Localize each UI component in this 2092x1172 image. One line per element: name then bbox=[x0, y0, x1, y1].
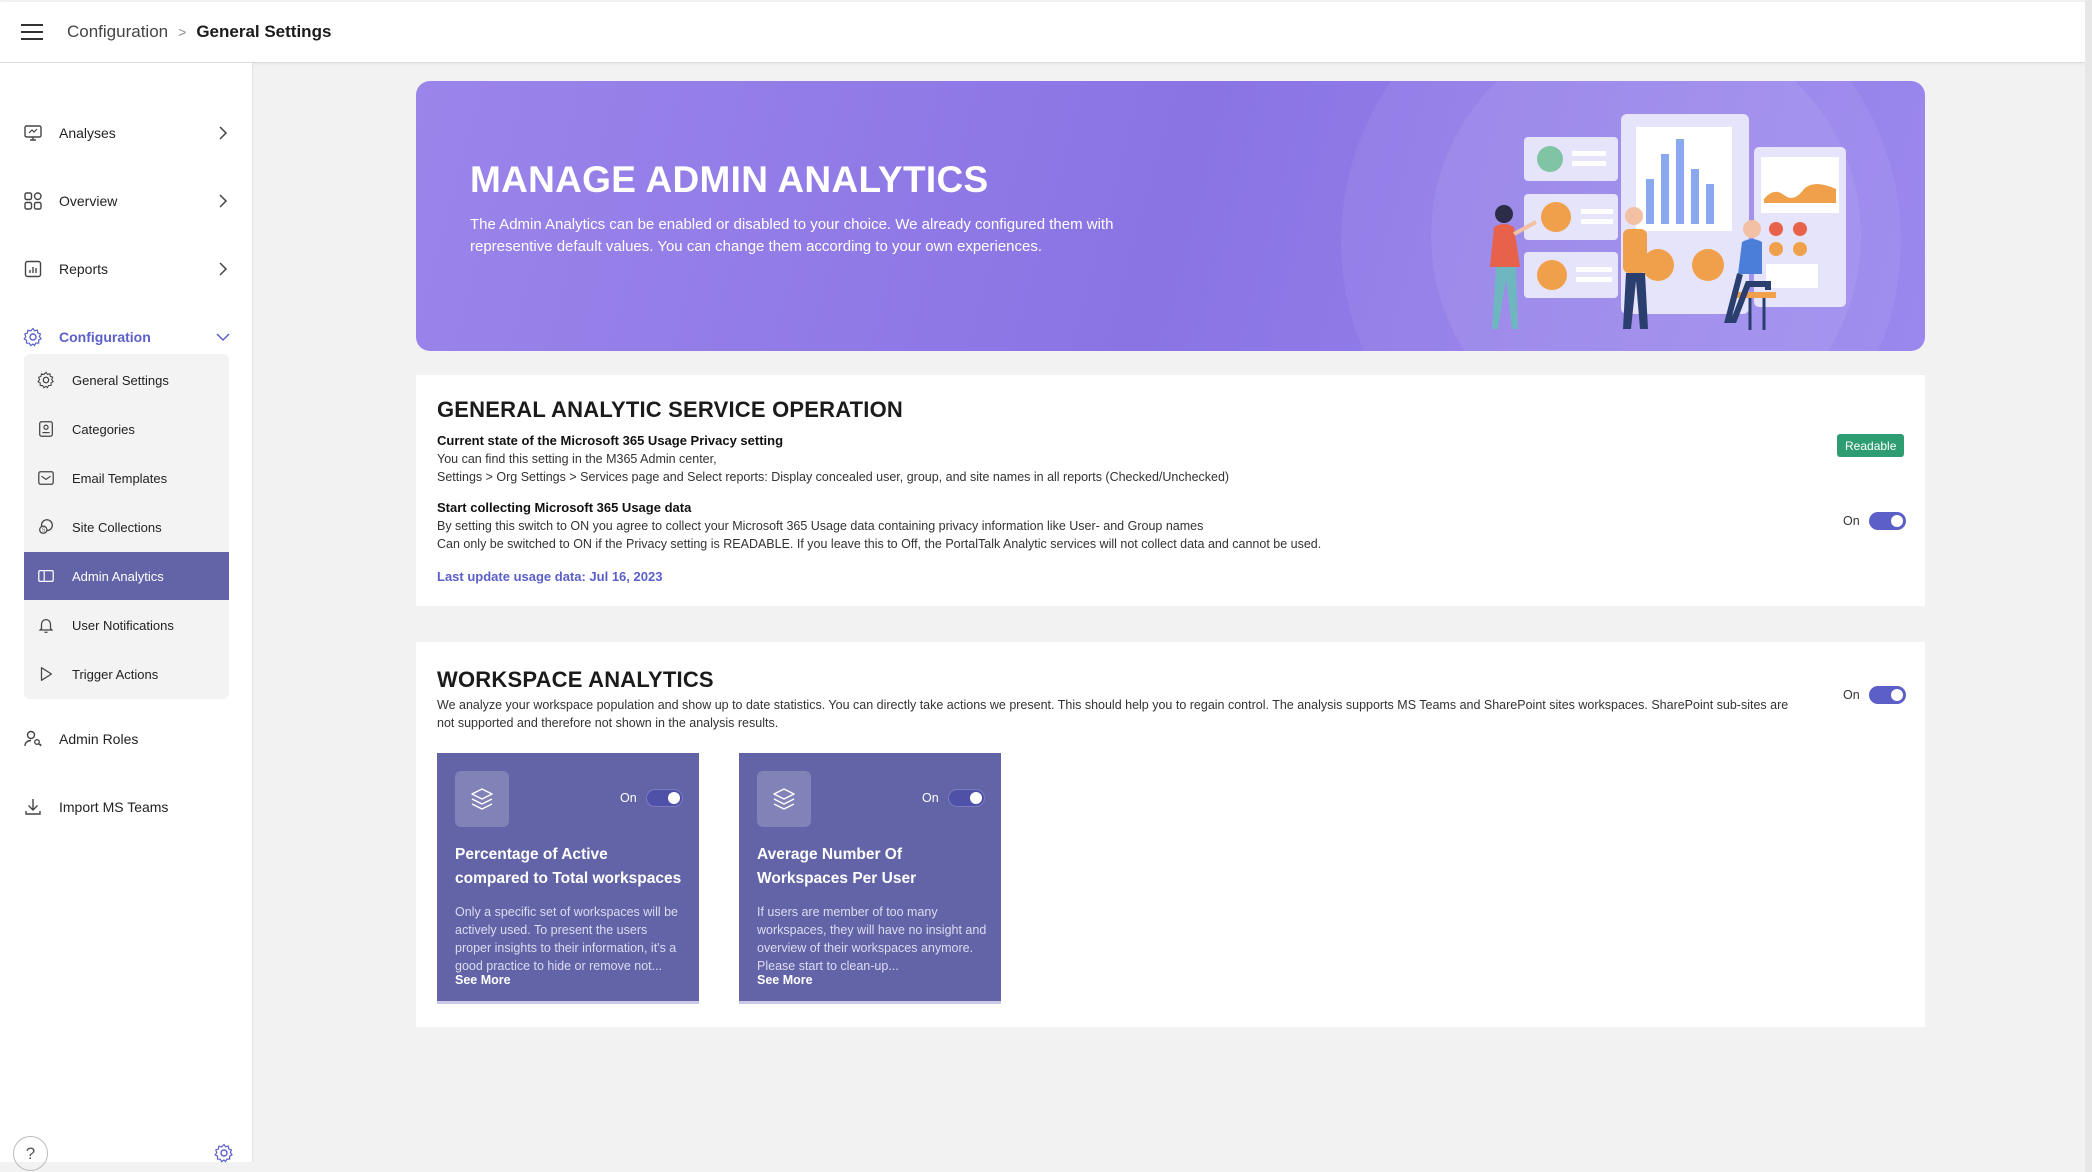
tile-title: Average Number Of Workspaces Per User bbox=[757, 846, 917, 887]
sidebar-item-label: Configuration bbox=[59, 329, 151, 345]
toggle-label: On bbox=[1843, 688, 1860, 702]
sidebar-item-label: Import MS Teams bbox=[59, 799, 169, 815]
collect-usage-toggle[interactable]: On bbox=[1843, 512, 1906, 530]
subnav-item-label: Categories bbox=[72, 421, 135, 437]
svg-text:S: S bbox=[42, 528, 46, 534]
breadcrumb-current: General Settings bbox=[196, 22, 332, 41]
subnav-item-label: User Notifications bbox=[72, 617, 174, 633]
breadcrumb-parent[interactable]: Configuration bbox=[67, 22, 168, 42]
sidebar: Analyses Overview Reports Configuration … bbox=[0, 63, 253, 1171]
subnav-item-label: Site Collections bbox=[72, 519, 162, 535]
subnav-item-user-notifications[interactable]: User Notifications bbox=[24, 601, 229, 649]
analytics-panel-icon bbox=[38, 569, 54, 583]
collect-usage-line: By setting this switch to ON you agree t… bbox=[437, 519, 1204, 533]
privacy-setting-line: Settings > Org Settings > Services page … bbox=[437, 470, 1230, 484]
sidebar-item-analyses[interactable]: Analyses bbox=[0, 111, 253, 155]
report-icon bbox=[24, 260, 42, 278]
chevron-right-icon bbox=[219, 126, 228, 140]
gear-icon bbox=[37, 371, 54, 389]
subnav-item-label: Admin Analytics bbox=[72, 568, 164, 584]
collect-usage-heading: Start collecting Microsoft 365 Usage dat… bbox=[437, 500, 692, 515]
toggle-switch[interactable] bbox=[645, 789, 683, 807]
section-title: WORKSPACE ANALYTICS bbox=[437, 667, 714, 692]
subnav-item-label: Trigger Actions bbox=[72, 666, 159, 682]
tile-description: Only a specific set of workspaces will b… bbox=[455, 905, 679, 973]
analytic-tile-workspaces-per-user[interactable]: On Average Number Of Workspaces Per User… bbox=[739, 753, 1001, 1004]
breadcrumb-separator: > bbox=[178, 24, 187, 40]
analytics-illustration bbox=[1490, 114, 1846, 330]
download-icon bbox=[25, 799, 41, 815]
toggle-knob bbox=[667, 792, 680, 804]
subnav-item-general-settings[interactable]: General Settings bbox=[24, 356, 229, 404]
subnav-item-label: General Settings bbox=[72, 372, 169, 388]
hero-title: MANAGE ADMIN ANALYTICS bbox=[470, 159, 989, 200]
tile-description: If users are member of too many workspac… bbox=[757, 905, 987, 973]
toggle-switch[interactable] bbox=[947, 789, 985, 807]
subnav-item-categories[interactable]: Categories bbox=[24, 405, 229, 453]
workspace-analytics-card: WORKSPACE ANALYTICS We analyze your work… bbox=[416, 642, 1925, 1027]
sidebar-item-label: Analyses bbox=[59, 125, 116, 141]
mail-icon bbox=[38, 471, 54, 485]
top-bar: Configuration > General Settings bbox=[0, 2, 2085, 63]
sidebar-item-admin-roles[interactable]: Admin Roles bbox=[0, 717, 253, 761]
grid-icon bbox=[24, 192, 42, 210]
section-title: GENERAL ANALYTIC SERVICE OPERATION bbox=[437, 397, 904, 422]
toggle-knob bbox=[969, 792, 982, 804]
layers-icon bbox=[455, 771, 509, 827]
subnav-item-admin-analytics[interactable]: Admin Analytics bbox=[24, 552, 229, 600]
configuration-submenu: General Settings Categories Email Templa… bbox=[24, 354, 229, 699]
last-update-usage-data: Last update usage data: Jul 16, 2023 bbox=[437, 569, 663, 584]
chevron-down-icon bbox=[216, 333, 230, 342]
presentation-icon bbox=[24, 125, 42, 141]
page-scrollbar[interactable] bbox=[2085, 0, 2092, 1172]
layers-icon bbox=[757, 771, 811, 827]
chevron-right-icon bbox=[219, 262, 228, 276]
sidebar-item-import-ms-teams[interactable]: Import MS Teams bbox=[0, 785, 253, 829]
see-more-link[interactable]: See More bbox=[757, 973, 813, 987]
workspace-analytics-toggle[interactable]: On bbox=[1843, 686, 1906, 704]
privacy-status-badge: Readable bbox=[1837, 434, 1905, 457]
sidebar-item-reports[interactable]: Reports bbox=[0, 247, 253, 291]
settings-gear-icon[interactable] bbox=[214, 1143, 234, 1163]
gear-icon bbox=[23, 327, 42, 347]
breadcrumb: Configuration > General Settings bbox=[67, 22, 331, 42]
help-button[interactable]: ? bbox=[13, 1136, 48, 1171]
toggle-label: On bbox=[620, 791, 637, 805]
collect-usage-line: Can only be switched to ON if the Privac… bbox=[437, 537, 1322, 551]
tile-toggle[interactable]: On bbox=[922, 789, 985, 807]
subnav-item-site-collections[interactable]: S Site Collections bbox=[24, 503, 229, 551]
analytic-tile-active-workspaces[interactable]: On Percentage of Active compared to Tota… bbox=[437, 753, 699, 1004]
toggle-switch[interactable] bbox=[1868, 512, 1906, 530]
sidebar-item-overview[interactable]: Overview bbox=[0, 179, 253, 223]
user-key-icon bbox=[24, 730, 42, 747]
categories-icon bbox=[39, 421, 53, 437]
bell-icon bbox=[38, 618, 54, 634]
hero-description: The Admin Analytics can be enabled or di… bbox=[470, 216, 1114, 255]
chevron-right-icon bbox=[219, 194, 228, 208]
toggle-knob bbox=[1890, 689, 1903, 701]
subnav-item-label: Email Templates bbox=[72, 470, 168, 486]
see-more-link[interactable]: See More bbox=[455, 973, 511, 987]
workspace-description: We analyze your workspace population and… bbox=[437, 698, 1789, 730]
toggle-label: On bbox=[1843, 514, 1860, 528]
privacy-setting-heading: Current state of the Microsoft 365 Usage… bbox=[437, 433, 784, 448]
subnav-item-email-templates[interactable]: Email Templates bbox=[24, 454, 229, 502]
toggle-knob bbox=[1890, 515, 1903, 527]
tile-toggle[interactable]: On bbox=[620, 789, 683, 807]
hero-banner: MANAGE ADMIN ANALYTICS The Admin Analyti… bbox=[416, 81, 1925, 351]
toggle-switch[interactable] bbox=[1868, 686, 1906, 704]
sidebar-item-label: Admin Roles bbox=[59, 731, 139, 747]
hamburger-menu-icon[interactable] bbox=[20, 20, 44, 44]
tile-title: Percentage of Active compared to Total w… bbox=[455, 846, 682, 887]
general-analytic-service-card: GENERAL ANALYTIC SERVICE OPERATION Curre… bbox=[416, 375, 1925, 606]
sidebar-item-label: Reports bbox=[59, 261, 109, 277]
play-icon bbox=[40, 667, 53, 681]
sidebar-item-configuration[interactable]: Configuration bbox=[0, 315, 253, 359]
sidebar-item-label: Overview bbox=[59, 193, 118, 209]
subnav-item-trigger-actions[interactable]: Trigger Actions bbox=[24, 650, 229, 698]
toggle-label: On bbox=[922, 791, 939, 805]
site-collections-icon: S bbox=[39, 519, 53, 534]
privacy-setting-line: You can find this setting in the M365 Ad… bbox=[437, 452, 717, 466]
